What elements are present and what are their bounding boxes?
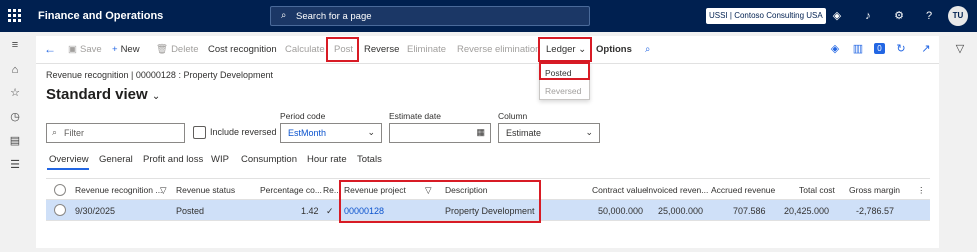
tab-totals[interactable]: Totals [357,154,382,165]
workspaces-icon[interactable]: ▤ [8,134,22,148]
notification-bell-icon[interactable]: ♪ [861,9,875,23]
modules-list-icon[interactable]: ☰ [8,158,22,172]
column-value: Estimate [506,128,542,138]
menu-item-reversed[interactable]: Reversed [545,86,581,96]
back-arrow-icon[interactable]: ← [44,42,56,56]
col-revenue-status[interactable]: Revenue status [176,185,235,195]
copilot-icon[interactable]: ◈ [830,9,844,23]
calculate-button[interactable]: Calculate [285,44,325,55]
cell-accrued: 707.586 [733,206,766,216]
plus-icon: + [112,44,118,55]
save-icon: ▣ [68,44,77,55]
col-filter-icon[interactable]: ▽ [160,185,167,196]
app-title[interactable]: Finance and Operations [38,10,163,22]
help-icon[interactable]: ? [922,9,936,23]
search-icon: ⌕ [281,10,287,21]
column-chevron-icon: ⌄ [585,127,593,137]
period-code-select[interactable]: EstMonth ⌄ [280,123,382,143]
tab-profit-and-loss[interactable]: Profit and loss [143,154,203,165]
recent-clock-icon[interactable]: ◷ [8,110,22,124]
new-label: New [120,44,140,55]
calendar-icon[interactable]: ▦ [476,127,485,138]
column-label: Column [498,111,528,121]
include-reversed-checkbox[interactable] [193,126,206,139]
filter-input[interactable]: ⌕ Filter [46,123,185,143]
highlight-posted [539,62,590,80]
company-picker[interactable]: USSI | Contoso Consulting USA [706,8,826,24]
filter-placeholder: Filter [64,128,84,138]
col-total-cost[interactable]: Total cost [799,185,835,195]
grid-top-line [46,178,930,179]
highlight-ledger [538,37,592,62]
tab-consumption[interactable]: Consumption [241,154,297,165]
cell-status: Posted [176,206,205,216]
search-box[interactable]: ⌕ Search for a page [270,6,590,26]
cell-contract-value: 50,000.000 [598,206,644,216]
settings-gear-icon[interactable]: ⚙ [892,9,906,23]
breadcrumb: Revenue recognition | 00000128 : Propert… [46,70,273,80]
highlight-project-description [339,180,541,223]
delete-button[interactable]: 🗑 Delete [156,44,199,55]
include-reversed-label: Include reversed [210,127,277,137]
save-button[interactable]: ▣ Save [68,44,102,55]
cell-reversed-check: ✓ [326,206,334,216]
col-percentage[interactable]: Percentage co... [260,185,322,195]
period-code-chevron-icon: ⌄ [367,127,375,137]
tab-overview[interactable]: Overview [49,154,89,165]
tab-general[interactable]: General [99,154,133,165]
period-code-value: EstMonth [288,128,327,138]
filter-pane-icon[interactable]: ▽ [953,42,967,56]
power-apps-icon[interactable]: ◈ [828,42,842,56]
col-revenue-recognition[interactable]: Revenue recognition ... [75,185,162,195]
filter-search-icon: ⌕ [52,127,58,137]
column-select[interactable]: Estimate ⌄ [498,123,600,143]
action-pane: ← ▣ Save + New 🗑 Delete Cost recognition Ca… [36,36,939,64]
highlight-post [326,37,359,62]
row-select-radio[interactable] [54,204,66,216]
favorites-star-icon[interactable]: ☆ [8,86,22,100]
period-code-label: Period code [280,111,326,121]
options-button[interactable]: Options [596,44,632,55]
view-title[interactable]: Standard view ⌄ [46,86,160,103]
search-placeholder: Search for a page [296,11,372,22]
user-avatar[interactable]: TU [948,6,968,26]
cell-percentage: 1.42 [301,206,319,216]
estimate-date-input[interactable]: ▦ [389,123,491,143]
estimate-date-label: Estimate date [389,111,441,121]
select-all-radio[interactable] [54,184,66,196]
search-actions-icon[interactable]: ⌕ [645,44,650,55]
tab-hour-rate[interactable]: Hour rate [307,154,347,165]
active-tab-indicator [47,168,89,170]
top-bar: Finance and Operations ⌕ Search for a pa… [0,0,977,32]
col-accrued-revenue[interactable]: Accrued revenue [711,185,775,195]
view-chevron-down-icon: ⌄ [151,91,161,102]
office-icon[interactable]: ▥ [851,42,865,56]
column-options-icon[interactable]: ⋮ [917,185,926,196]
reverse-button[interactable]: Reverse [364,44,399,55]
col-gross-margin[interactable]: Gross margin [849,185,900,195]
new-button[interactable]: + New [112,44,140,55]
view-title-text: Standard view [46,86,148,103]
save-label: Save [79,44,102,55]
cell-invoiced: 25,000.000 [658,206,704,216]
open-new-window-icon[interactable]: ↗ [919,42,933,56]
refresh-icon[interactable]: ↻ [894,42,908,56]
col-contract-value[interactable]: Contract value [592,185,647,195]
eliminate-button[interactable]: Eliminate [407,44,446,55]
bottom-gutter [36,248,939,252]
home-icon[interactable]: ⌂ [8,63,22,77]
col-invoiced-revenue[interactable]: Invoiced reven... [646,185,708,195]
attachments-badge[interactable]: 0 [874,43,885,54]
reverse-elimination-button[interactable]: Reverse elimination [457,44,540,55]
cell-gross-margin: -2,786.57 [856,206,895,216]
trash-icon: 🗑 [156,44,169,55]
left-navigation: ≡ ⌂ ☆ ◷ ▤ ☰ [0,32,30,252]
cell-total-cost: 20,425.000 [784,206,830,216]
tab-wip[interactable]: WIP [211,154,229,165]
delete-label: Delete [171,44,199,55]
cost-recognition-button[interactable]: Cost recognition [208,44,277,55]
cell-date: 9/30/2025 [75,206,116,216]
app-launcher-icon[interactable] [8,9,22,23]
menu-hamburger-icon[interactable]: ≡ [8,38,22,52]
